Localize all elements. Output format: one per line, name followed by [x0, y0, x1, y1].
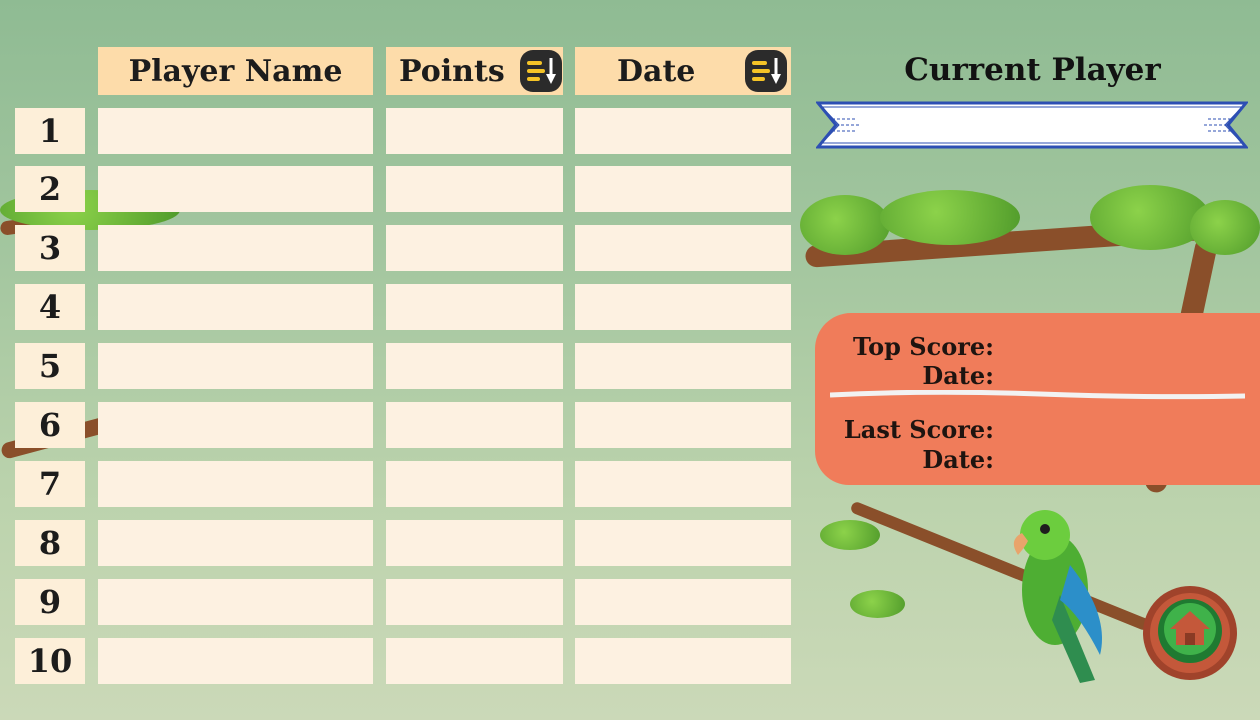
- player-name-cell: [98, 402, 373, 448]
- parrot-icon: [1013, 510, 1102, 683]
- top-score-date-label: Date:: [922, 361, 994, 390]
- player-name-cell: [98, 343, 373, 389]
- rank-label: 6: [15, 402, 85, 448]
- last-score-date-label: Date:: [922, 445, 994, 474]
- rank-label: 9: [15, 579, 85, 625]
- points-cell: [386, 402, 563, 448]
- rank-label: 2: [15, 166, 85, 212]
- header-points: Points: [386, 47, 563, 95]
- header-player-name: Player Name: [98, 47, 373, 95]
- ribbon-banner-icon: [814, 101, 1250, 149]
- column-label-player-name: Player Name: [128, 53, 343, 89]
- player-name-cell: [98, 461, 373, 507]
- date-cell: [575, 402, 791, 448]
- player-name-cell: [98, 166, 373, 212]
- points-cell: [386, 579, 563, 625]
- score-divider: [830, 390, 1245, 400]
- player-name-cell: [98, 520, 373, 566]
- sort-points-button[interactable]: [520, 50, 562, 92]
- player-name-cell: [98, 579, 373, 625]
- rank-label: 7: [15, 461, 85, 507]
- date-cell: [575, 461, 791, 507]
- date-cell: [575, 108, 791, 154]
- home-button[interactable]: [1140, 583, 1240, 683]
- player-name-cell: [98, 638, 373, 684]
- rank-label: 8: [15, 520, 85, 566]
- points-cell: [386, 461, 563, 507]
- column-label-points: Points: [399, 53, 505, 89]
- home-icon: [1143, 586, 1237, 680]
- date-cell: [575, 343, 791, 389]
- top-score-label: Top Score:: [853, 332, 994, 361]
- header-date: Date: [575, 47, 791, 95]
- points-cell: [386, 520, 563, 566]
- player-name-cell: [98, 284, 373, 330]
- date-cell: [575, 638, 791, 684]
- points-cell: [386, 284, 563, 330]
- current-player-title: Current Player: [904, 52, 1161, 88]
- rank-label: 5: [15, 343, 85, 389]
- date-cell: [575, 166, 791, 212]
- sort-arrow-down-icon: [546, 58, 556, 84]
- rank-label: 1: [15, 108, 85, 154]
- points-cell: [386, 108, 563, 154]
- points-cell: [386, 166, 563, 212]
- points-cell: [386, 225, 563, 271]
- date-cell: [575, 225, 791, 271]
- points-cell: [386, 343, 563, 389]
- current-player-ribbon: [814, 101, 1250, 149]
- column-label-date: Date: [617, 53, 696, 89]
- rank-label: 10: [15, 638, 85, 684]
- sort-date-button[interactable]: [745, 50, 787, 92]
- player-name-cell: [98, 225, 373, 271]
- rank-label: 3: [15, 225, 85, 271]
- last-score-label: Last Score:: [843, 415, 994, 444]
- player-name-cell: [98, 108, 373, 154]
- date-cell: [575, 579, 791, 625]
- sort-arrow-down-icon: [771, 58, 781, 84]
- rank-label: 4: [15, 284, 85, 330]
- points-cell: [386, 638, 563, 684]
- date-cell: [575, 284, 791, 330]
- date-cell: [575, 520, 791, 566]
